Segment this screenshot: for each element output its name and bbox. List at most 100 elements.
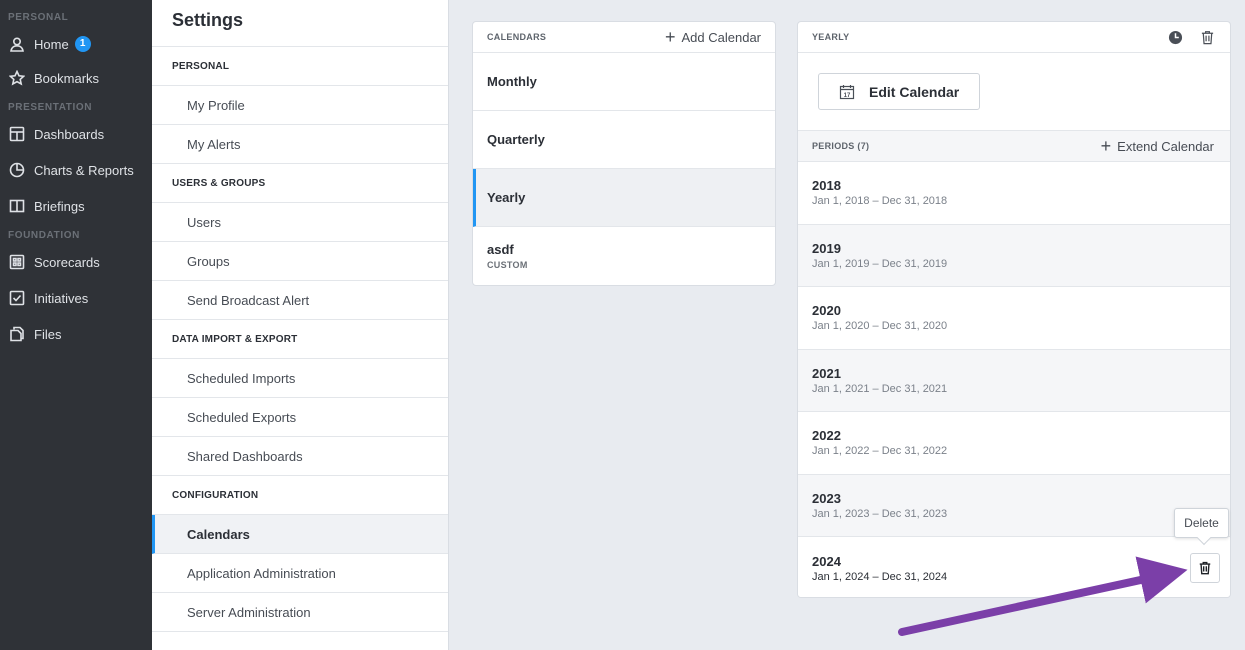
period-year: 2020 bbox=[812, 303, 841, 319]
settings-menu: Settings PERSONAL My Profile My Alerts U… bbox=[152, 0, 449, 650]
add-calendar-label: Add Calendar bbox=[681, 29, 762, 45]
settings-item-users[interactable]: Users bbox=[152, 203, 448, 242]
period-range: Jan 1, 2024 – Dec 31, 2024 bbox=[812, 570, 948, 583]
calendar-item-asdf[interactable]: asdf CUSTOM bbox=[473, 227, 775, 285]
settings-item-send-broadcast-alert[interactable]: Send Broadcast Alert bbox=[152, 281, 448, 320]
panel-title: YEARLY bbox=[812, 32, 850, 42]
header-actions bbox=[1166, 28, 1216, 46]
period-range: Jan 1, 2021 – Dec 31, 2021 bbox=[812, 382, 948, 395]
checkbox-icon bbox=[8, 289, 26, 307]
period-year: 2023 bbox=[812, 490, 841, 506]
edit-calendar-label: Edit Calendar bbox=[869, 83, 960, 100]
nav-item-label: Scorecards bbox=[34, 254, 100, 270]
calendar-item-quarterly[interactable]: Quarterly bbox=[473, 111, 775, 169]
settings-group-header: CONFIGURATION bbox=[152, 476, 448, 515]
clock-icon[interactable] bbox=[1166, 28, 1184, 46]
plus-icon: + bbox=[664, 27, 676, 47]
add-calendar-button[interactable]: + Add Calendar bbox=[665, 28, 761, 46]
nav-item-label: Home bbox=[34, 36, 69, 52]
nav-item-scorecards[interactable]: Scorecards bbox=[0, 244, 152, 280]
nav-item-bookmarks[interactable]: Bookmarks bbox=[0, 60, 152, 96]
plus-icon: + bbox=[1100, 136, 1112, 156]
period-row[interactable]: 2023 Jan 1, 2023 – Dec 31, 2023 bbox=[798, 474, 1230, 537]
nav-item-home[interactable]: Home 1 bbox=[0, 28, 152, 60]
nav-section-foundation: FOUNDATION Scorecards Initiatives Files bbox=[0, 228, 152, 352]
settings-group-header: PERSONAL bbox=[152, 47, 448, 86]
periods-header: PERIODS (7) + Extend Calendar bbox=[798, 131, 1230, 162]
panel-title: CALENDARS bbox=[487, 32, 547, 42]
calendar-item-yearly[interactable]: Yearly bbox=[473, 169, 775, 227]
nav-item-initiatives[interactable]: Initiatives bbox=[0, 280, 152, 316]
nav-section-label: PRESENTATION bbox=[8, 102, 93, 113]
delete-tooltip: Delete bbox=[1174, 508, 1229, 538]
settings-item-server-administration[interactable]: Server Administration bbox=[152, 593, 448, 632]
calendar-name: asdf bbox=[487, 242, 514, 257]
notification-badge: 1 bbox=[74, 36, 91, 52]
calendar-detail-panel: YEARLY 17 Edit Calendar PERIODS (7) + Ex… bbox=[797, 21, 1231, 598]
settings-item-scheduled-exports[interactable]: Scheduled Exports bbox=[152, 398, 448, 437]
nav-item-charts-reports[interactable]: Charts & Reports bbox=[0, 152, 152, 188]
settings-item-groups[interactable]: Groups bbox=[152, 242, 448, 281]
trash-icon[interactable] bbox=[1198, 28, 1216, 46]
calendar-name: Yearly bbox=[487, 190, 526, 205]
nav-item-briefings[interactable]: Briefings bbox=[0, 188, 152, 224]
period-range: Jan 1, 2019 – Dec 31, 2019 bbox=[812, 257, 948, 270]
period-row[interactable]: 2020 Jan 1, 2020 – Dec 31, 2020 bbox=[798, 287, 1230, 350]
scorecard-icon bbox=[8, 253, 26, 271]
period-year: 2022 bbox=[812, 428, 841, 444]
settings-item-scheduled-imports[interactable]: Scheduled Imports bbox=[152, 359, 448, 398]
trash-icon bbox=[1199, 561, 1211, 575]
delete-period-button[interactable] bbox=[1190, 553, 1220, 583]
period-row[interactable]: 2021 Jan 1, 2021 – Dec 31, 2021 bbox=[798, 349, 1230, 412]
periods-list: 2018 Jan 1, 2018 – Dec 31, 2018 2019 Jan… bbox=[798, 162, 1230, 597]
edit-area: 17 Edit Calendar bbox=[798, 53, 1230, 131]
nav-item-label: Files bbox=[34, 326, 62, 342]
extend-calendar-label: Extend Calendar bbox=[1117, 138, 1214, 154]
period-row[interactable]: 2024 Jan 1, 2024 – Dec 31, 2024 bbox=[798, 537, 1230, 597]
period-row[interactable]: 2019 Jan 1, 2019 – Dec 31, 2019 bbox=[798, 224, 1230, 287]
page-title: Settings bbox=[152, 0, 448, 47]
calendar-name: Monthly bbox=[487, 74, 537, 89]
nav-section-label: PERSONAL bbox=[8, 12, 69, 23]
edit-calendar-button[interactable]: 17 Edit Calendar bbox=[818, 73, 981, 110]
calendar-detail-header: YEARLY bbox=[798, 22, 1230, 53]
nav-item-label: Initiatives bbox=[34, 290, 89, 306]
user-icon bbox=[8, 35, 26, 53]
settings-item-my-alerts[interactable]: My Alerts bbox=[152, 125, 448, 164]
dashboard-icon bbox=[8, 125, 26, 143]
period-range: Jan 1, 2023 – Dec 31, 2023 bbox=[812, 507, 948, 520]
calendar-icon: 17 bbox=[839, 84, 855, 99]
nav-item-dashboards[interactable]: Dashboards bbox=[0, 116, 152, 152]
nav-item-label: Dashboards bbox=[34, 126, 105, 142]
calendar-type-label: CUSTOM bbox=[487, 260, 528, 270]
main-sidebar: PERSONAL Home 1 Bookmarks PRESENTATION D… bbox=[0, 0, 152, 650]
extend-calendar-button[interactable]: + Extend Calendar bbox=[1101, 137, 1214, 155]
star-icon bbox=[8, 69, 26, 87]
calendar-icon-day: 17 bbox=[844, 92, 851, 98]
settings-item-my-profile[interactable]: My Profile bbox=[152, 86, 448, 125]
nav-item-files[interactable]: Files bbox=[0, 316, 152, 352]
period-year: 2019 bbox=[812, 240, 841, 256]
period-row[interactable]: 2022 Jan 1, 2022 – Dec 31, 2022 bbox=[798, 412, 1230, 475]
nav-item-label: Charts & Reports bbox=[34, 162, 134, 178]
period-range: Jan 1, 2020 – Dec 31, 2020 bbox=[812, 320, 948, 333]
settings-item-calendars[interactable]: Calendars bbox=[152, 515, 448, 554]
calendars-panel-header: CALENDARS + Add Calendar bbox=[473, 22, 775, 53]
nav-section-presentation: PRESENTATION Dashboards Charts & Reports… bbox=[0, 100, 152, 224]
calendar-item-monthly[interactable]: Monthly bbox=[473, 53, 775, 111]
period-row[interactable]: 2018 Jan 1, 2018 – Dec 31, 2018 bbox=[798, 162, 1230, 225]
file-icon bbox=[8, 325, 26, 343]
settings-item-application-administration[interactable]: Application Administration bbox=[152, 554, 448, 593]
period-year: 2024 bbox=[812, 553, 841, 569]
calendar-name: Quarterly bbox=[487, 132, 545, 147]
period-range: Jan 1, 2018 – Dec 31, 2018 bbox=[812, 195, 948, 208]
pie-chart-icon bbox=[8, 161, 26, 179]
period-range: Jan 1, 2022 – Dec 31, 2022 bbox=[812, 445, 948, 458]
book-icon bbox=[8, 197, 26, 215]
period-year: 2018 bbox=[812, 178, 841, 194]
settings-group-header: DATA IMPORT & EXPORT bbox=[152, 320, 448, 359]
period-year: 2021 bbox=[812, 365, 841, 381]
nav-item-label: Briefings bbox=[34, 198, 85, 214]
nav-section-personal: PERSONAL Home 1 Bookmarks bbox=[0, 0, 152, 96]
settings-item-shared-dashboards[interactable]: Shared Dashboards bbox=[152, 437, 448, 476]
